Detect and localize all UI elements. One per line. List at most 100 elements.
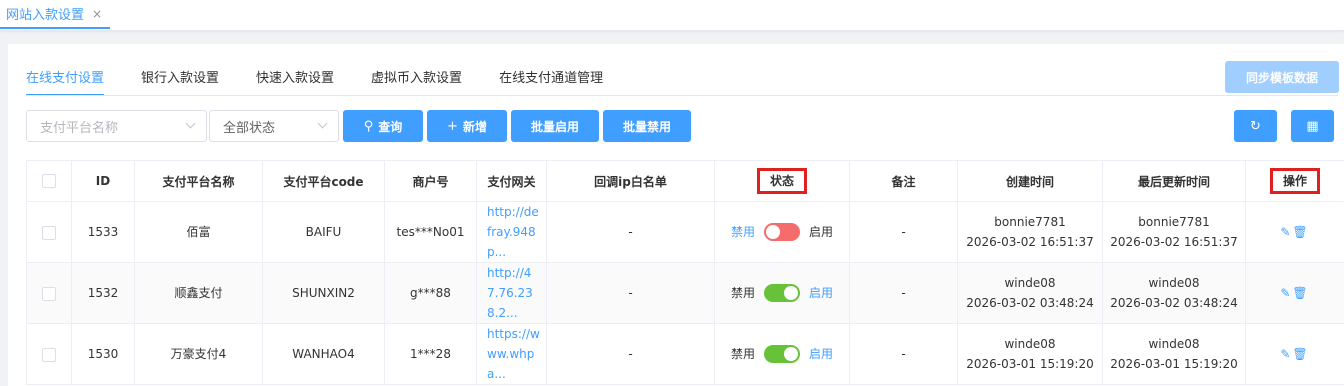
edit-icon[interactable]: ✎	[1280, 286, 1292, 300]
header-actions-cell: 操作	[1245, 160, 1344, 202]
table-header-row: ID 支付平台名称 支付平台code 商户号 支付网关 回调ip白名单 状态 备…	[26, 160, 1344, 202]
row-merchant: 1***28	[384, 323, 477, 385]
row-checkbox[interactable]	[42, 347, 56, 362]
refresh-icon: ↻	[1250, 118, 1261, 134]
status-switch[interactable]	[764, 223, 800, 241]
status-enable-label: 启用	[809, 347, 834, 361]
add-button[interactable]: + 新增	[427, 110, 507, 142]
header-merchant: 商户号	[384, 160, 477, 202]
status-select-value: 全部状态	[223, 120, 276, 136]
edit-icon[interactable]: ✎	[1280, 347, 1292, 361]
row-remark: -	[849, 201, 958, 263]
row-platform-code: SHUNXIN2	[262, 262, 385, 324]
header-platform-name: 支付平台名称	[134, 160, 263, 202]
trash-icon[interactable]: 🗑	[1292, 286, 1309, 300]
header-platform-code: 支付平台code	[262, 160, 385, 202]
header-updated: 最后更新时间	[1102, 160, 1246, 202]
close-icon[interactable]: ×	[92, 7, 102, 21]
status-switch[interactable]	[764, 345, 800, 363]
row-gateway-link[interactable]: http://47.76.238.2...	[476, 262, 547, 324]
row-whitelist: -	[546, 323, 715, 385]
row-updated-cell: bonnie7781 2026-03-02 16:51:37	[1102, 201, 1246, 263]
row-merchant: g***88	[384, 262, 477, 324]
platform-name-placeholder: 支付平台名称	[40, 120, 119, 136]
sync-template-button[interactable]: 同步模板数据	[1225, 61, 1339, 93]
table-row: 1532 顺鑫支付 SHUNXIN2 g***88 http://47.76.2…	[26, 262, 1344, 324]
tab-online-payment[interactable]: 在线支付设置	[26, 66, 105, 96]
row-platform-name: 顺鑫支付	[134, 262, 263, 324]
row-creator: winde08	[1004, 337, 1056, 351]
table-row: 1530 万豪支付4 WANHAO4 1***28 https://www.wh…	[26, 323, 1344, 385]
row-platform-name: 佰富	[134, 201, 263, 263]
batch-enable-button[interactable]: 批量启用	[511, 110, 599, 142]
trash-icon[interactable]: 🗑	[1292, 225, 1309, 239]
row-id: 1532	[71, 262, 135, 324]
tab-quick-deposit[interactable]: 快速入款设置	[256, 66, 334, 96]
row-checkbox[interactable]	[42, 286, 56, 301]
status-disable-label: 禁用	[730, 286, 755, 300]
page-tab-bar: 网站入款设置 ×	[0, 0, 1344, 31]
header-status-cell: 状态	[714, 160, 850, 202]
status-disable-label: 禁用	[730, 225, 755, 239]
row-created-cell: bonnie7781 2026-03-02 16:51:37	[957, 201, 1103, 263]
row-created-cell: winde08 2026-03-02 03:48:24	[957, 262, 1103, 324]
column-settings-button[interactable]: ▦	[1291, 110, 1334, 142]
query-button[interactable]: ⚲ 查询	[343, 110, 423, 142]
row-creator: bonnie7781	[994, 215, 1066, 229]
header-actions: 操作	[1269, 168, 1320, 194]
status-select[interactable]: 全部状态	[209, 110, 339, 142]
tab-channel-management[interactable]: 在线支付通道管理	[499, 66, 603, 96]
search-icon: ⚲	[363, 118, 374, 134]
row-created-time: 2026-03-02 16:51:37	[966, 235, 1094, 249]
row-select-cell	[26, 323, 72, 385]
row-select-cell	[26, 262, 72, 324]
switch-knob	[766, 225, 780, 239]
row-updater: bonnie7781	[1138, 215, 1210, 229]
switch-knob	[784, 286, 798, 300]
row-platform-code: BAIFU	[262, 201, 385, 263]
row-platform-name: 万豪支付4	[134, 323, 263, 385]
row-updated-cell: winde08 2026-03-02 03:48:24	[1102, 262, 1246, 324]
status-toggle-group: 禁用 启用	[715, 222, 849, 242]
row-gateway-link[interactable]: https://www.whpa...	[476, 323, 547, 385]
tab-crypto-deposit[interactable]: 虚拟币入款设置	[371, 66, 462, 96]
batch-disable-button[interactable]: 批量禁用	[603, 110, 691, 142]
header-gateway: 支付网关	[476, 160, 547, 202]
row-updater: winde08	[1148, 337, 1200, 351]
row-select-cell	[26, 201, 72, 263]
row-status-cell: 禁用 启用	[714, 262, 850, 324]
header-remark: 备注	[849, 160, 958, 202]
header-whitelist: 回调ip白名单	[546, 160, 715, 202]
row-updated-time: 2026-03-02 03:48:24	[1110, 296, 1238, 310]
edit-icon[interactable]: ✎	[1280, 225, 1292, 239]
row-id: 1530	[71, 323, 135, 385]
query-button-label: 查询	[378, 119, 403, 134]
row-creator: winde08	[1004, 276, 1056, 290]
select-all-checkbox[interactable]	[42, 174, 56, 189]
row-created-time: 2026-03-02 03:48:24	[966, 296, 1094, 310]
row-status-cell: 禁用 启用	[714, 323, 850, 385]
status-enable-label: 启用	[809, 225, 834, 239]
main-card: 在线支付设置 银行入款设置 快速入款设置 虚拟币入款设置 在线支付通道管理 同步…	[8, 44, 1344, 386]
row-checkbox[interactable]	[42, 225, 56, 240]
row-actions-cell: ✎🗑	[1245, 262, 1344, 324]
trash-icon[interactable]: 🗑	[1292, 347, 1309, 361]
row-created-time: 2026-03-01 15:19:20	[966, 357, 1094, 371]
status-toggle-group: 禁用 启用	[715, 344, 849, 364]
header-id: ID	[71, 160, 135, 202]
row-platform-code: WANHAO4	[262, 323, 385, 385]
platform-name-select[interactable]: 支付平台名称	[26, 110, 207, 142]
table-row: 1533 佰富 BAIFU tes***No01 http://defray.9…	[26, 201, 1344, 263]
tab-bank-deposit[interactable]: 银行入款设置	[141, 66, 219, 96]
row-status-cell: 禁用 启用	[714, 201, 850, 263]
row-id: 1533	[71, 201, 135, 263]
row-merchant: tes***No01	[384, 201, 477, 263]
select-all-cell	[26, 160, 72, 202]
row-gateway-link[interactable]: http://defray.948p...	[476, 201, 547, 263]
add-button-label: 新增	[462, 119, 487, 134]
status-switch[interactable]	[764, 284, 800, 302]
page-tab-label: 网站入款设置	[6, 8, 85, 23]
refresh-button[interactable]: ↻	[1234, 110, 1277, 142]
row-whitelist: -	[546, 201, 715, 263]
page-tab-website-deposit[interactable]: 网站入款设置 ×	[0, 0, 111, 29]
